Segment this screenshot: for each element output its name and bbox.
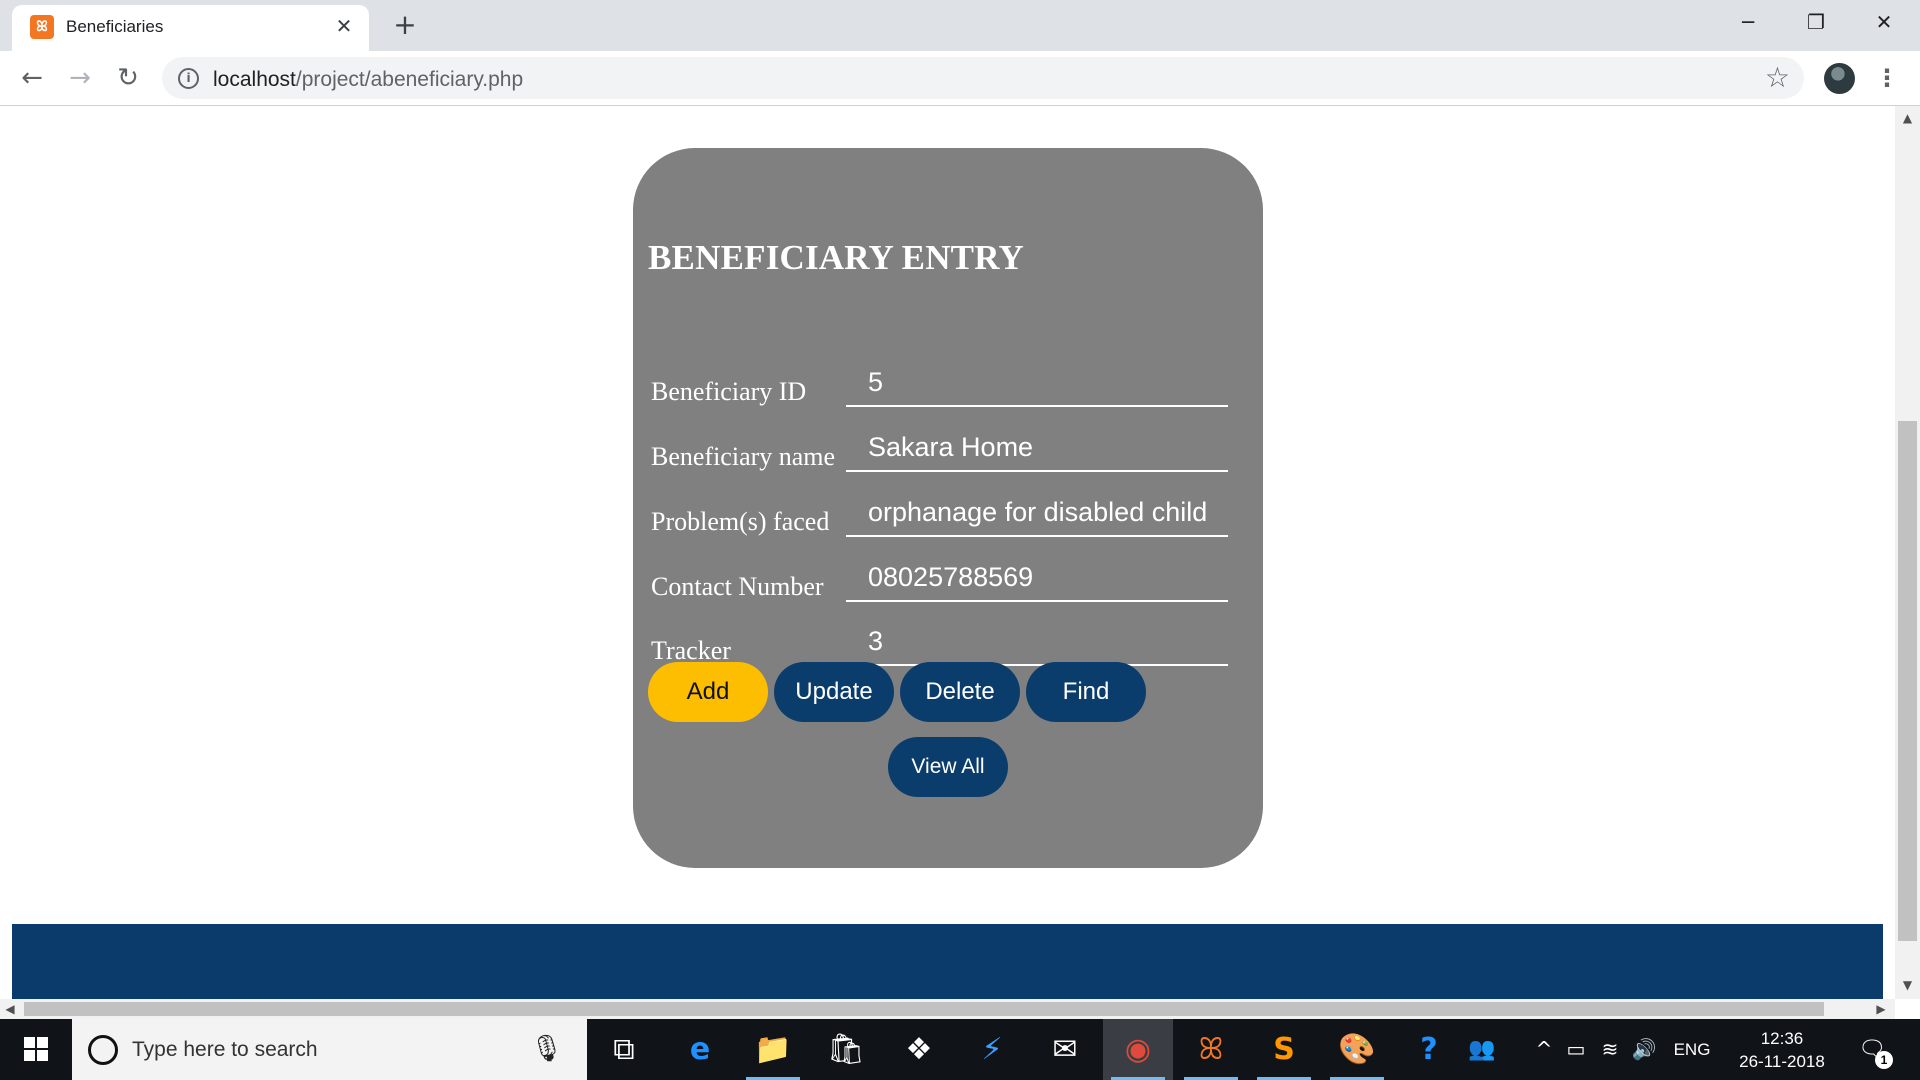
contact-number-input[interactable] xyxy=(846,554,1228,602)
scroll-up-icon[interactable]: ▲ xyxy=(1895,108,1920,128)
vertical-scrollbar[interactable]: ▲ ▼ xyxy=(1895,106,1920,999)
form-heading: BENEFICIARY ENTRY xyxy=(648,238,1024,277)
add-button[interactable]: Add xyxy=(648,662,768,722)
scroll-left-icon[interactable]: ◀ xyxy=(0,999,20,1019)
new-tab-icon[interactable]: + xyxy=(390,10,420,40)
xampp-favicon-icon: ꕤ xyxy=(30,15,54,39)
field-row-beneficiary-id: Beneficiary ID xyxy=(633,359,1263,419)
mail-icon[interactable]: ✉ xyxy=(1030,1019,1100,1080)
horizontal-scrollbar[interactable]: ◀ ▶ xyxy=(0,999,1895,1019)
page-footer-band xyxy=(12,924,1883,999)
contact-number-label: Contact Number xyxy=(651,572,824,601)
field-row-problems-faced: Problem(s) faced xyxy=(633,489,1263,549)
browser-toolbar: ← → ↻ i localhost/project/abeneficiary.p… xyxy=(0,51,1920,106)
delete-button[interactable]: Delete xyxy=(900,662,1020,722)
back-icon[interactable]: ← xyxy=(14,60,50,96)
help-icon[interactable]: ? xyxy=(1394,1019,1464,1080)
clock-time: 12:36 xyxy=(1760,1029,1804,1048)
url-host: localhost xyxy=(213,68,296,91)
window-close-icon[interactable]: ✕ xyxy=(1850,0,1918,44)
beneficiary-id-input[interactable] xyxy=(846,359,1228,407)
page-viewport: BENEFICIARY ENTRY Beneficiary ID Benefic… xyxy=(0,106,1895,999)
clock-date: 26-11-2018 xyxy=(1739,1052,1825,1071)
sublime-glyph: S xyxy=(1273,1032,1295,1067)
notification-count-badge: 1 xyxy=(1875,1051,1893,1069)
file-explorer-glyph: 📁 xyxy=(754,1032,792,1067)
taskbar-clock[interactable]: 12:36 26-11-2018 xyxy=(1722,1027,1842,1073)
horizontal-scroll-thumb[interactable] xyxy=(24,1002,1824,1016)
dropbox-icon[interactable]: ❖ xyxy=(884,1019,954,1080)
tab-title: Beneficiaries xyxy=(66,17,164,36)
windows-taskbar: Type here to search 🎙 ⧉ e 📁 🛍 ❖ ⚡ ✉ ◉ ꕤ … xyxy=(0,1019,1920,1080)
paint-glyph: 🎨 xyxy=(1338,1032,1376,1067)
sublime-text-icon[interactable]: S xyxy=(1249,1019,1319,1080)
view-all-button[interactable]: View All xyxy=(888,737,1008,797)
microphone-icon[interactable]: 🎙 xyxy=(530,1031,563,1067)
scroll-right-icon[interactable]: ▶ xyxy=(1871,999,1891,1019)
problems-faced-label: Problem(s) faced xyxy=(651,507,830,536)
profile-avatar[interactable] xyxy=(1824,63,1855,94)
browser-tab-strip: ꕤ Beneficiaries ✕ + ─ ❐ ✕ xyxy=(0,0,1920,51)
cortana-icon xyxy=(88,1035,118,1065)
reload-icon[interactable]: ↻ xyxy=(110,60,146,96)
beneficiary-entry-form: BENEFICIARY ENTRY Beneficiary ID Benefic… xyxy=(633,148,1263,868)
tray-chevron-icon[interactable]: ^ xyxy=(1530,1019,1558,1080)
minimize-icon[interactable]: ─ xyxy=(1714,0,1782,44)
xampp-icon[interactable]: ꕤ xyxy=(1176,1019,1246,1080)
start-button[interactable] xyxy=(0,1019,70,1080)
browser-tab[interactable]: ꕤ Beneficiaries ✕ xyxy=(12,5,369,51)
action-center-icon[interactable]: 🗨 1 xyxy=(1855,1033,1893,1069)
task-view-icon[interactable]: ⧉ xyxy=(589,1019,659,1080)
volume-icon[interactable]: 🔊 xyxy=(1628,1019,1660,1080)
url-text[interactable]: localhost/project/abeneficiary.php xyxy=(213,68,523,92)
restore-icon[interactable]: ❐ xyxy=(1782,0,1850,44)
search-placeholder: Type here to search xyxy=(132,1038,318,1061)
scroll-down-icon[interactable]: ▼ xyxy=(1895,975,1920,995)
people-icon[interactable]: 👥 xyxy=(1457,1019,1507,1080)
beneficiary-name-input[interactable] xyxy=(846,424,1228,472)
store-icon[interactable]: 🛍 xyxy=(811,1019,881,1080)
xampp-glyph: ꕤ xyxy=(1198,1032,1224,1067)
address-bar[interactable]: i localhost/project/abeneficiary.php ☆ xyxy=(162,57,1804,99)
field-row-contact-number: Contact Number xyxy=(633,554,1263,614)
tracker-input[interactable] xyxy=(846,618,1228,666)
chrome-glyph: ◉ xyxy=(1124,1032,1152,1067)
field-row-beneficiary-name: Beneficiary name xyxy=(633,424,1263,484)
bookmark-star-icon[interactable]: ☆ xyxy=(1765,63,1790,93)
tab-close-icon[interactable]: ✕ xyxy=(331,13,357,39)
paint-icon[interactable]: 🎨 xyxy=(1322,1019,1392,1080)
url-path: /project/abeneficiary.php xyxy=(295,68,524,91)
beneficiary-id-label: Beneficiary ID xyxy=(651,377,807,406)
problems-faced-input[interactable] xyxy=(846,489,1228,537)
edge-icon[interactable]: e xyxy=(665,1019,735,1080)
battery-icon[interactable]: ▭ xyxy=(1560,1019,1592,1080)
language-indicator[interactable]: ENG xyxy=(1668,1019,1716,1080)
beneficiary-name-label: Beneficiary name xyxy=(651,442,836,471)
chrome-icon[interactable]: ◉ xyxy=(1103,1019,1173,1080)
visual-studio-icon[interactable]: ⚡ xyxy=(957,1019,1027,1080)
taskbar-search-box[interactable]: Type here to search 🎙 xyxy=(72,1019,587,1080)
file-explorer-icon[interactable]: 📁 xyxy=(738,1019,808,1080)
vertical-scroll-thumb[interactable] xyxy=(1898,421,1917,941)
browser-menu-icon[interactable]: ⋮ xyxy=(1872,60,1902,96)
forward-icon[interactable]: → xyxy=(62,60,98,96)
find-button[interactable]: Find xyxy=(1026,662,1146,722)
update-button[interactable]: Update xyxy=(774,662,894,722)
site-info-icon[interactable]: i xyxy=(178,68,199,89)
wifi-icon[interactable]: ≋ xyxy=(1594,1019,1626,1080)
